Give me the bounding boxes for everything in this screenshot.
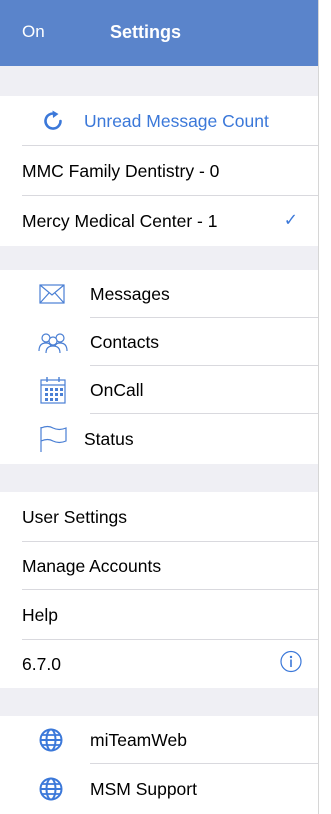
globe-icon: [38, 727, 64, 753]
account-label: Mercy Medical Center - 1: [22, 210, 218, 231]
version-row: 6.7.0: [0, 640, 318, 688]
section-spacer: [0, 464, 318, 492]
settings-label: Help: [22, 604, 58, 625]
account-row-mercy-medical-center[interactable]: Mercy Medical Center - 1 ✓: [0, 196, 318, 246]
nav-item-label: Messages: [90, 283, 170, 304]
settings-panel: On Settings Unread Message Count MMC Fam…: [0, 0, 318, 814]
calendar-icon: [39, 375, 67, 405]
unread-message-count-row[interactable]: Unread Message Count: [0, 96, 318, 146]
on-button[interactable]: On: [22, 22, 45, 42]
version-label: 6.7.0: [22, 653, 61, 674]
account-label: MMC Family Dentistry - 0: [22, 160, 220, 181]
header-bar: On Settings: [0, 0, 318, 66]
help-row[interactable]: Help: [0, 590, 318, 640]
link-miteamweb[interactable]: miTeamWeb: [0, 716, 318, 764]
flag-icon: [38, 424, 68, 454]
user-settings-row[interactable]: User Settings: [0, 492, 318, 542]
page-title: Settings: [110, 22, 182, 42]
account-row-mmc-family-dentistry[interactable]: MMC Family Dentistry - 0: [0, 146, 318, 196]
refresh-icon: [40, 108, 66, 134]
nav-item-label: Contacts: [90, 331, 160, 352]
nav-item-oncall[interactable]: OnCall: [0, 366, 318, 414]
section-spacer: [0, 246, 318, 270]
link-label: miTeamWeb: [90, 729, 187, 750]
manage-accounts-row[interactable]: Manage Accounts: [0, 542, 318, 590]
nav-item-contacts[interactable]: Contacts: [0, 318, 318, 366]
settings-label: User Settings: [22, 506, 128, 527]
nav-item-label: Status: [84, 428, 134, 449]
link-msm-support[interactable]: MSM Support: [0, 764, 318, 814]
link-label: MSM Support: [90, 778, 197, 799]
contacts-icon: [38, 328, 68, 356]
settings-label: Manage Accounts: [22, 555, 162, 576]
nav-item-status[interactable]: Status: [0, 414, 318, 464]
nav-item-messages[interactable]: Messages: [0, 270, 318, 318]
section-spacer: [0, 66, 318, 96]
envelope-icon: [38, 281, 66, 307]
globe-icon: [38, 776, 64, 802]
checkmark-icon: ✓: [283, 210, 298, 230]
section-spacer: [0, 688, 318, 716]
unread-message-count-label: Unread Message Count: [84, 110, 269, 131]
nav-item-label: OnCall: [90, 379, 144, 400]
panel-edge: [318, 0, 331, 814]
info-icon[interactable]: [280, 650, 302, 678]
